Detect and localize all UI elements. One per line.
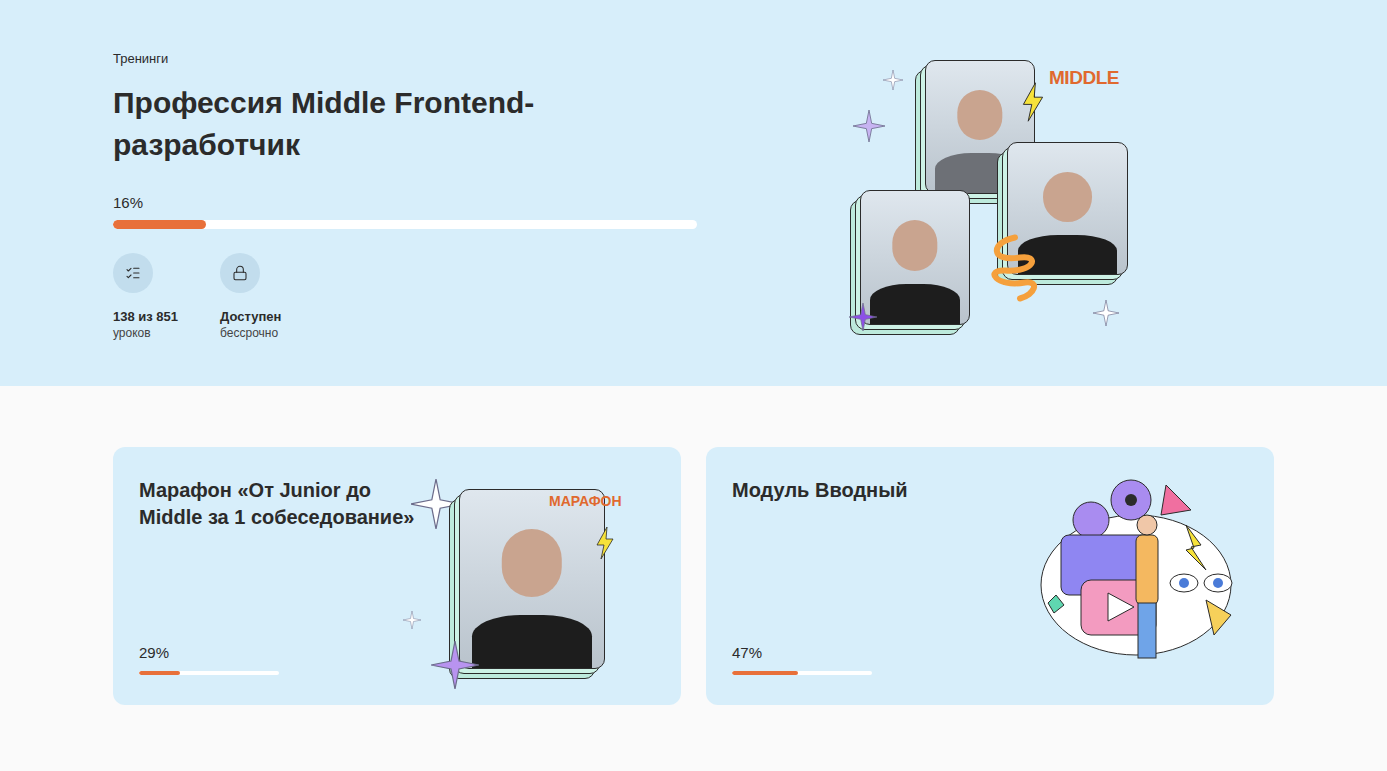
stat-icon — [220, 253, 260, 293]
lightning-icon — [1021, 78, 1045, 126]
course-title: Профессия Middle Frontend-разработчик — [113, 82, 593, 166]
hero-info: Тренинги Профессия Middle Frontend-разраб… — [113, 0, 703, 341]
stat: 138 из 851уроков — [113, 253, 178, 341]
marathon-badge: МАРАФОН — [549, 491, 622, 512]
access-icon — [232, 265, 248, 281]
photo — [459, 489, 605, 669]
progress-bar — [139, 671, 279, 675]
sparkle-icon — [883, 70, 903, 90]
module-title: Модуль Вводный — [732, 477, 1022, 504]
module-card[interactable]: Модуль Вводный 47% — [706, 447, 1274, 705]
modules: Марафон «От Junior до Middle за 1 собесе… — [0, 386, 1387, 765]
sparkle-icon — [853, 110, 885, 142]
stat-icon — [113, 253, 153, 293]
lessons-icon — [125, 265, 141, 281]
stat-label: бессрочно — [220, 325, 281, 341]
card-photo: МАРАФОН — [403, 475, 643, 675]
hero-illustration: MIDDLE — [845, 58, 1135, 343]
sparkle-icon — [1093, 300, 1119, 326]
middle-badge: MIDDLE — [1049, 64, 1119, 93]
progress-reading: 16% — [113, 193, 703, 213]
category: Тренинги — [113, 50, 703, 68]
module-card[interactable]: Марафон «От Junior до Middle за 1 собесе… — [113, 447, 681, 705]
stat-value: 138 из 851 — [113, 308, 178, 325]
sparkle-icon — [403, 611, 421, 629]
lightning-icon — [595, 525, 615, 561]
stats: 138 из 851уроков Доступенбессрочно — [113, 253, 703, 341]
photo — [860, 190, 970, 325]
progress-bar — [113, 220, 697, 229]
hero: Тренинги Профессия Middle Frontend-разраб… — [0, 0, 1387, 386]
module-title: Марафон «От Junior до Middle за 1 собесе… — [139, 477, 429, 531]
progress-bar — [732, 671, 872, 675]
sparkle-icon — [849, 303, 877, 331]
page: Тренинги Профессия Middle Frontend-разраб… — [0, 0, 1387, 771]
stat: Доступенбессрочно — [220, 253, 281, 341]
stat-label: уроков — [113, 325, 178, 341]
progress-reading: 29% — [139, 643, 403, 663]
scribble-icon — [985, 230, 1045, 305]
video-illustration-icon — [1036, 475, 1236, 670]
stat-value: Доступен — [220, 308, 281, 325]
progress-reading: 47% — [732, 643, 1022, 663]
sparkle-icon — [431, 641, 479, 689]
